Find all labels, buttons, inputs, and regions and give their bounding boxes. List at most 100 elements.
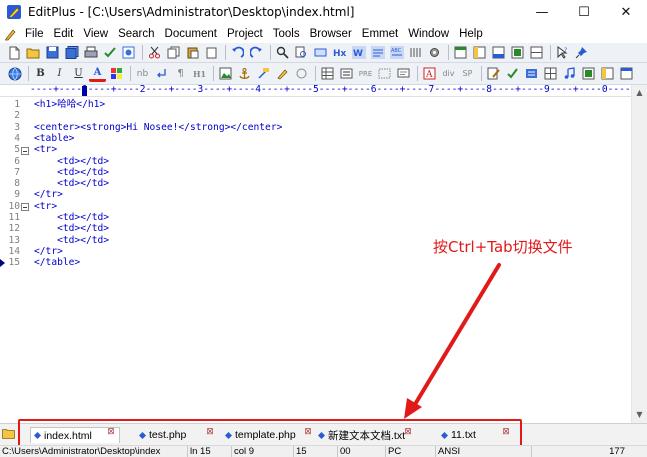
music-note-icon[interactable]: [561, 65, 578, 82]
pencil-icon[interactable]: [2, 26, 20, 42]
code-editor[interactable]: 1 2 3 4 5 6 7 8 9 10 11 12 13 14 15 <h1>…: [0, 97, 631, 423]
scroll-down-icon[interactable]: ▼: [632, 407, 647, 422]
browser-globe-icon[interactable]: [6, 65, 23, 82]
fold-toggle[interactable]: [21, 203, 29, 211]
maximize-button[interactable]: ☐: [563, 0, 605, 24]
replace-icon[interactable]: [312, 44, 329, 61]
menu-tools[interactable]: Tools: [268, 28, 305, 40]
folder-icon[interactable]: [2, 428, 15, 439]
nbsp-button[interactable]: nb: [134, 65, 151, 82]
underline-button[interactable]: U: [70, 65, 87, 82]
code-line[interactable]: </tr>: [34, 246, 63, 257]
link-icon[interactable]: [255, 65, 272, 82]
menu-window[interactable]: Window: [403, 28, 454, 40]
paragraph-button[interactable]: ¶: [172, 65, 189, 82]
minimize-button[interactable]: —: [521, 0, 563, 24]
print-icon[interactable]: [82, 44, 99, 61]
delete-icon[interactable]: [203, 44, 220, 61]
code-line[interactable]: <tr>: [34, 201, 57, 212]
italic-button[interactable]: I: [51, 65, 68, 82]
panel-icon[interactable]: [599, 65, 616, 82]
find-in-files-icon[interactable]: [293, 44, 310, 61]
redo-icon[interactable]: [248, 44, 265, 61]
cut-icon[interactable]: [146, 44, 163, 61]
vertical-scrollbar[interactable]: ▲ ▼: [631, 85, 647, 423]
fullscreen-icon[interactable]: [509, 44, 526, 61]
code-line[interactable]: <tr>: [34, 144, 57, 155]
code-line[interactable]: <table>: [34, 133, 74, 144]
save-icon[interactable]: [44, 44, 61, 61]
code-line[interactable]: <center><strong>Hi Nosee!</strong></cent…: [34, 122, 282, 133]
pin-icon[interactable]: [573, 44, 590, 61]
bold-button[interactable]: B: [32, 65, 49, 82]
dotted-box-icon[interactable]: [376, 65, 393, 82]
highlighter-icon[interactable]: [274, 65, 291, 82]
screen-icon[interactable]: [580, 65, 597, 82]
open-folder-icon[interactable]: [25, 44, 42, 61]
menu-project[interactable]: Project: [222, 28, 268, 40]
code-line[interactable]: <td></td>: [34, 212, 109, 223]
cliptext-icon[interactable]: [452, 44, 469, 61]
image-icon[interactable]: [217, 65, 234, 82]
heading-button[interactable]: H1: [191, 65, 208, 82]
spell-check-icon[interactable]: [101, 44, 118, 61]
span-button[interactable]: SP: [459, 65, 476, 82]
split-window-icon[interactable]: [528, 44, 545, 61]
comment-icon[interactable]: [395, 65, 412, 82]
code-line[interactable]: <td></td>: [34, 167, 109, 178]
menu-document[interactable]: Document: [160, 28, 222, 40]
preferences-gear-icon[interactable]: [426, 44, 443, 61]
menu-file[interactable]: File: [20, 28, 49, 40]
status-encoding[interactable]: ANSI: [436, 446, 532, 457]
close-button[interactable]: ✕: [605, 0, 647, 24]
hex-view-icon[interactable]: Hx: [331, 44, 348, 61]
menu-help[interactable]: Help: [454, 28, 488, 40]
preview-icon[interactable]: [120, 44, 137, 61]
horizontal-rule-icon[interactable]: [293, 65, 310, 82]
word-wrap-icon[interactable]: W: [350, 44, 367, 61]
undo-icon[interactable]: [229, 44, 246, 61]
find-icon[interactable]: [274, 44, 291, 61]
code-line[interactable]: <h1>哈哈</h1>: [34, 99, 105, 110]
code-line[interactable]: <td></td>: [34, 223, 109, 234]
line-break-icon[interactable]: [153, 65, 170, 82]
menu-search[interactable]: Search: [113, 28, 159, 40]
form-icon[interactable]: [338, 65, 355, 82]
code-line[interactable]: </table>: [34, 257, 80, 268]
menu-view[interactable]: View: [78, 28, 113, 40]
grid-icon[interactable]: [542, 65, 559, 82]
menu-edit[interactable]: Edit: [49, 28, 79, 40]
toolbar-separator: [417, 66, 418, 81]
code-line[interactable]: </tr>: [34, 189, 63, 200]
code-line[interactable]: <td></td>: [34, 235, 109, 246]
output-window-icon[interactable]: [490, 44, 507, 61]
edit-pencil-icon[interactable]: [485, 65, 502, 82]
paste-icon[interactable]: [184, 44, 201, 61]
code-line[interactable]: <td></td>: [34, 178, 109, 189]
fold-toggle[interactable]: [21, 146, 29, 155]
directory-window-icon[interactable]: [471, 44, 488, 61]
column-select-icon[interactable]: [407, 44, 424, 61]
table-icon[interactable]: [319, 65, 336, 82]
pre-button[interactable]: PRE: [357, 65, 374, 82]
div-button[interactable]: div: [440, 65, 457, 82]
dialog-icon[interactable]: [618, 65, 635, 82]
svg-text:W: W: [353, 49, 363, 59]
save-all-icon[interactable]: [63, 44, 80, 61]
help-pointer-icon[interactable]: ?: [554, 44, 571, 61]
menu-emmet[interactable]: Emmet: [357, 28, 403, 40]
font-tag-icon[interactable]: A: [421, 65, 438, 82]
font-color-button[interactable]: A: [89, 65, 106, 82]
menu-browser[interactable]: Browser: [305, 28, 357, 40]
ruler-toggle-icon[interactable]: [369, 44, 386, 61]
anchor-icon[interactable]: [236, 65, 253, 82]
status-line-ending[interactable]: PC: [386, 446, 436, 457]
validate-check-icon[interactable]: [504, 65, 521, 82]
scroll-up-icon[interactable]: ▲: [632, 85, 647, 100]
copy-icon[interactable]: [165, 44, 182, 61]
code-line[interactable]: <td></td>: [34, 156, 109, 167]
new-file-icon[interactable]: [6, 44, 23, 61]
line-number-icon[interactable]: ABC: [388, 44, 405, 61]
color-grid-icon[interactable]: [108, 65, 125, 82]
css-icon[interactable]: [523, 65, 540, 82]
